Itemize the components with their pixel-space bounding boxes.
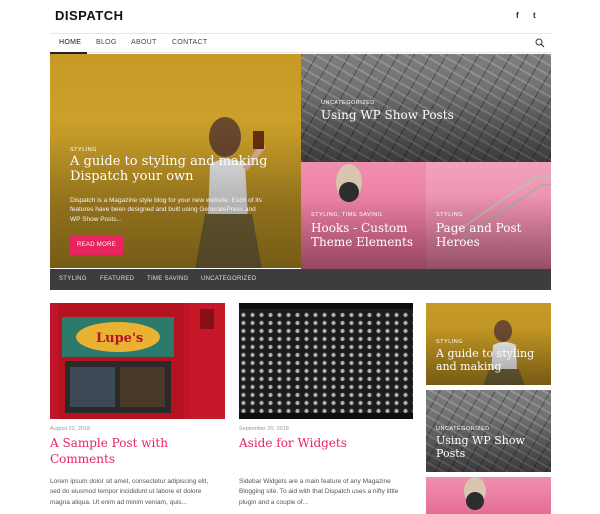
tile-title-line1: Hooks - Custom [311, 221, 408, 235]
category-styling[interactable]: STYLING [59, 276, 87, 282]
post-date: September 20, 2018 [239, 426, 289, 432]
post-title-line1: A Sample Post with [50, 436, 168, 450]
sidebar-post-title-line2: and making [436, 359, 502, 373]
hero-title-line1: A guide to styling and making [70, 154, 268, 169]
facebook-icon[interactable]: f [516, 11, 519, 20]
sidebar-post-title-line2: Posts [436, 446, 466, 460]
tile-title[interactable]: Page and Post Heroes [436, 221, 522, 250]
post-excerpt-line3: magna aliqua. Ut enim ad minim veniam, q… [50, 498, 187, 506]
sidebar-post-hooks[interactable] [426, 477, 551, 514]
sidebar-post-title[interactable]: A guide to styling and making [436, 347, 535, 373]
post-excerpt-line3: plugin and a couple of... [239, 498, 309, 506]
svg-text:Lupe's: Lupe's [96, 331, 143, 346]
post-excerpt-line2: sed do eiusmod tempor incididunt ut labo… [50, 488, 202, 496]
tile-title[interactable]: Hooks - Custom Theme Elements [311, 221, 414, 250]
hero-title[interactable]: A guide to styling and making Dispatch y… [70, 154, 295, 185]
post-thumbnail-lupes[interactable]: Lupe's [50, 303, 225, 419]
tile-category[interactable]: Uncategorized [321, 100, 375, 106]
mixing-console-image [239, 303, 413, 419]
hero-excerpt: Dispatch is a Magazine style blog for yo… [70, 196, 285, 224]
read-more-button[interactable]: READ MORE [70, 236, 123, 255]
sidebar-post-category[interactable]: Styling [436, 339, 463, 345]
hero-excerpt-line2: features have been designed and built us… [70, 206, 256, 214]
nav-item-home[interactable]: HOME [59, 39, 81, 46]
post-date: August 22, 2018 [50, 426, 91, 432]
site-title[interactable]: DISPATCH [55, 8, 124, 23]
sidebar-post-title-line1: Using WP Show [436, 434, 525, 447]
tile-category[interactable]: Styling, Time Saving [311, 212, 383, 218]
nav-item-contact[interactable]: CONTACT [172, 39, 207, 46]
sidebar-post-category[interactable]: Uncategorized [436, 426, 490, 432]
post-excerpt: Sidebar Widgets are a main feature of an… [239, 477, 424, 508]
twitter-icon[interactable]: t [533, 11, 536, 20]
tile-title-line1: Page and Post [436, 221, 522, 235]
hero-excerpt-line3: WP Show Posts... [70, 215, 122, 223]
post-thumbnail-mixer[interactable] [239, 303, 413, 419]
person-image [464, 477, 486, 510]
post-excerpt: Lorem ipsum dolor sit amet, consectetur … [50, 477, 225, 508]
search-icon[interactable] [535, 38, 545, 48]
category-uncategorized[interactable]: UNCATEGORIZED [201, 276, 256, 282]
post-excerpt-line1: Lorem ipsum dolor sit amet, consectetur … [50, 478, 209, 485]
hero-title-line2: Dispatch your own [70, 168, 194, 184]
sidebar-post-title[interactable]: Using WP Show Posts [436, 434, 525, 460]
post-excerpt-line2: Blogging site. To aid with that Dispatch… [239, 488, 399, 496]
main-navigation: HOME BLOG ABOUT CONTACT [50, 33, 551, 53]
post-title[interactable]: Aside for Widgets [239, 435, 347, 451]
category-featured[interactable]: FEATURED [100, 276, 134, 282]
tile-title-line2: Heroes [436, 234, 480, 249]
sidebar-post-title-line1: A guide to styling [436, 347, 535, 360]
tile-title-line2: Theme Elements [311, 234, 414, 249]
nav-item-about[interactable]: ABOUT [131, 39, 157, 46]
category-time-saving[interactable]: TIME SAVING [147, 276, 189, 282]
tile-title[interactable]: Using WP Show Posts [321, 108, 454, 123]
nav-item-blog[interactable]: BLOG [96, 39, 117, 46]
hero-category[interactable]: Styling [70, 147, 97, 153]
hero-excerpt-line1: Dispatch is a Magazine style blog for yo… [70, 197, 262, 204]
post-excerpt-line1: Sidebar Widgets are a main feature of an… [239, 478, 391, 485]
category-bar: STYLING FEATURED TIME SAVING UNCATEGORIZ… [50, 269, 551, 290]
post-title[interactable]: A Sample Post with Comments [50, 435, 168, 467]
tile-category[interactable]: Styling [436, 212, 463, 218]
storefront-image: Lupe's [58, 303, 225, 419]
post-title-line2: Comments [50, 452, 115, 467]
